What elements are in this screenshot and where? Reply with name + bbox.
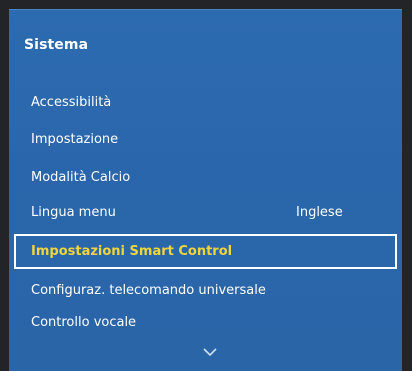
menu-item-label: Impostazioni Smart Control bbox=[31, 244, 233, 259]
menu-item-label: Modalità Calcio bbox=[31, 169, 131, 185]
tv-screen-frame: Sistema Accessibilità Impostazione Modal… bbox=[0, 0, 412, 371]
menu-item-modalita-calcio[interactable]: Modalità Calcio bbox=[14, 162, 398, 192]
menu-item-label: Controllo vocale bbox=[31, 314, 137, 330]
menu-item-label: Accessibilità bbox=[31, 94, 112, 110]
menu-title: Sistema bbox=[24, 37, 89, 53]
menu-item-accessibilita[interactable]: Accessibilità bbox=[14, 87, 398, 117]
menu-item-controllo-vocale[interactable]: Controllo vocale bbox=[14, 307, 398, 337]
menu-item-label: Lingua menu bbox=[31, 204, 116, 220]
menu-item-lingua-menu[interactable]: Lingua menu Inglese bbox=[14, 197, 398, 227]
chevron-down-icon[interactable] bbox=[203, 347, 217, 357]
menu-item-configuraz-telecomando[interactable]: Configuraz. telecomando universale bbox=[14, 275, 398, 305]
menu-item-impostazioni-smart-control[interactable]: Impostazioni Smart Control bbox=[14, 234, 397, 269]
menu-item-label: Configuraz. telecomando universale bbox=[31, 282, 266, 298]
menu-item-value: Inglese bbox=[296, 204, 343, 220]
menu-item-label: Impostazione bbox=[31, 131, 119, 147]
menu-item-impostazione[interactable]: Impostazione bbox=[14, 124, 398, 154]
